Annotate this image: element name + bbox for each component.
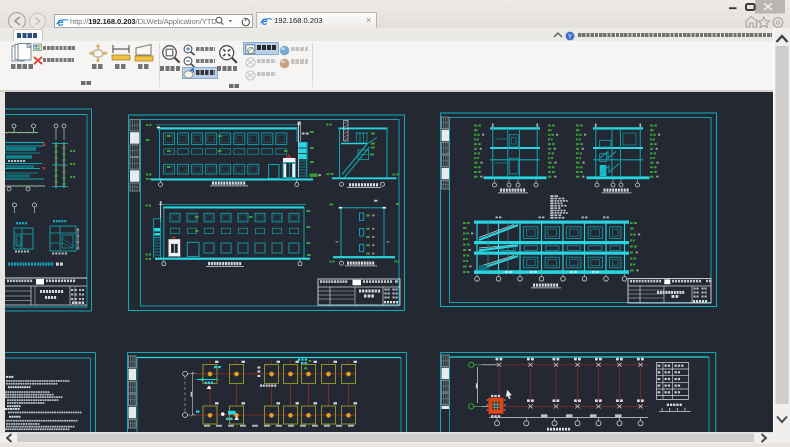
svg-text:Y: Y [568, 33, 573, 40]
